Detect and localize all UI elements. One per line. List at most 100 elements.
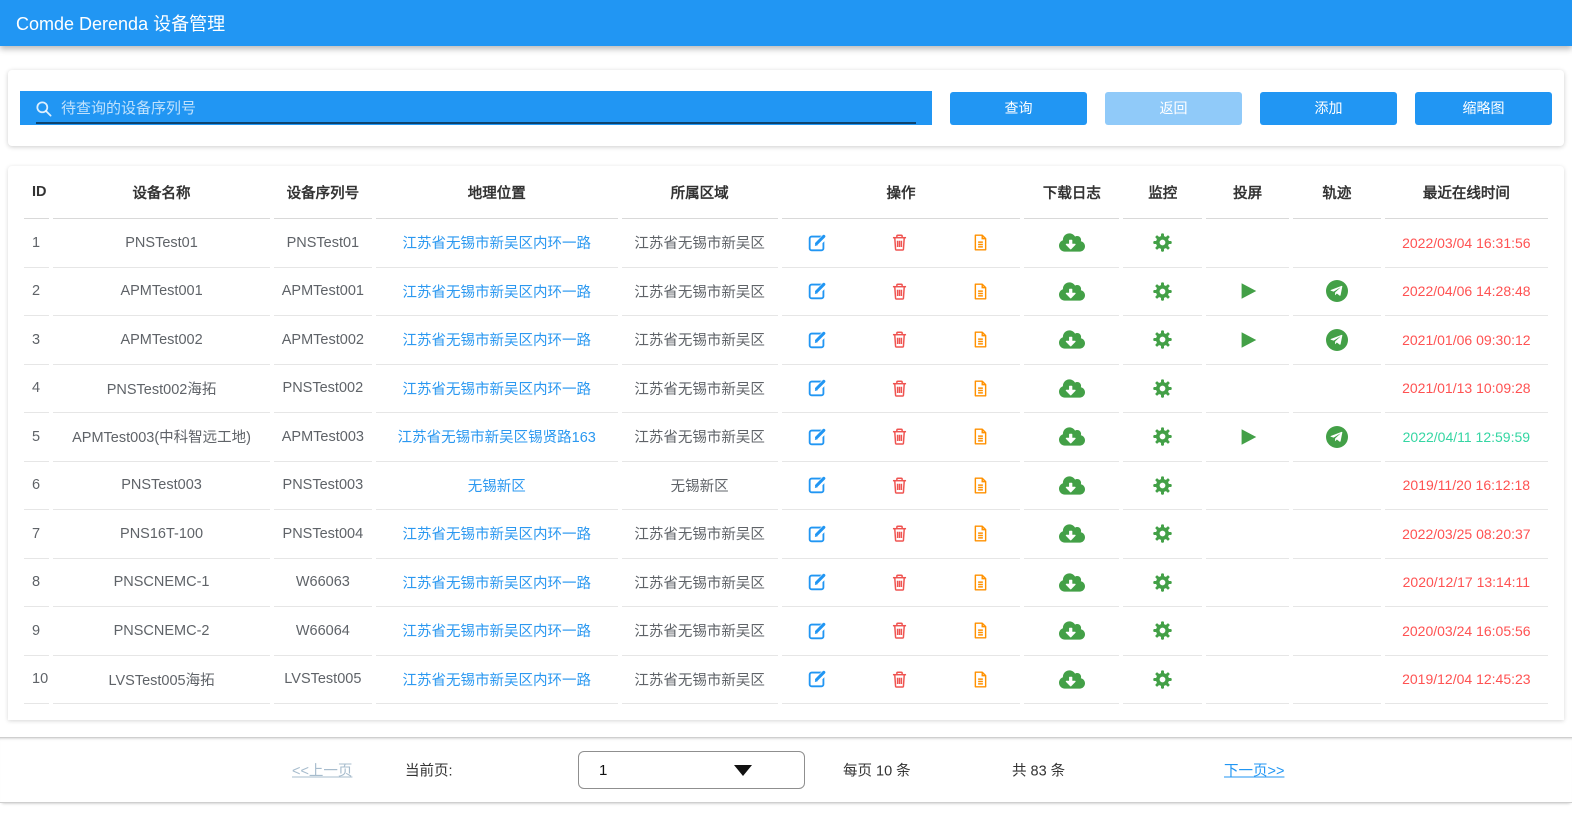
location-link[interactable]: 江苏省无锡市新吴区内环一路: [403, 576, 592, 592]
cast-button[interactable]: [1237, 280, 1259, 302]
table-row: 7 PNS16T-100 PNSTest004 江苏省无锡市新吴区内环一路 江苏…: [24, 510, 1548, 559]
location-link[interactable]: 江苏省无锡市新吴区内环一路: [403, 285, 592, 301]
location-link[interactable]: 江苏省无锡市新吴区内环一路: [403, 382, 592, 398]
edit-button[interactable]: [806, 668, 828, 690]
next-page-link[interactable]: 下一页>>: [1224, 760, 1284, 781]
location-link[interactable]: 江苏省无锡市新吴区内环一路: [403, 624, 592, 640]
monitor-button[interactable]: [1152, 232, 1173, 253]
log-button[interactable]: [971, 475, 990, 496]
log-button[interactable]: [971, 281, 990, 302]
monitor-button[interactable]: [1152, 620, 1173, 641]
add-button[interactable]: 添加: [1260, 92, 1397, 125]
monitor-button[interactable]: [1152, 523, 1173, 544]
track-button[interactable]: [1325, 425, 1349, 449]
location-link[interactable]: 江苏省无锡市新吴区内环一路: [403, 527, 592, 543]
log-button[interactable]: [971, 620, 990, 641]
col-header-region: 所属区域: [622, 166, 778, 219]
gear-icon: [1152, 620, 1173, 641]
cast-button[interactable]: [1237, 426, 1259, 448]
col-header-track: 轨迹: [1293, 166, 1381, 219]
toolbar: 查询 返回 添加 缩略图: [8, 70, 1564, 146]
delete-button[interactable]: [889, 378, 910, 399]
table-header-row: ID 设备名称 设备序列号 地理位置 所属区域 操作 下载日志 监控 投屏 轨迹…: [24, 166, 1548, 219]
monitor-button[interactable]: [1152, 669, 1173, 690]
edit-icon: [806, 571, 828, 593]
download-log-button[interactable]: [1059, 620, 1085, 641]
document-icon: [971, 669, 990, 690]
monitor-button[interactable]: [1152, 475, 1173, 496]
log-button[interactable]: [971, 572, 990, 593]
cast-button[interactable]: [1237, 329, 1259, 351]
download-log-button[interactable]: [1059, 329, 1085, 350]
delete-button[interactable]: [889, 523, 910, 544]
edit-button[interactable]: [806, 329, 828, 351]
search-underline: [36, 122, 916, 124]
delete-button[interactable]: [889, 669, 910, 690]
monitor-button[interactable]: [1152, 426, 1173, 447]
edit-button[interactable]: [806, 280, 828, 302]
log-button[interactable]: [971, 426, 990, 447]
delete-button[interactable]: [889, 232, 910, 253]
edit-icon: [806, 329, 828, 351]
download-log-button[interactable]: [1059, 475, 1085, 496]
delete-button[interactable]: [889, 329, 910, 350]
cell-serial: PNSTest01: [274, 219, 372, 268]
trash-icon: [889, 572, 910, 593]
edit-button[interactable]: [806, 571, 828, 593]
edit-button[interactable]: [806, 232, 828, 254]
log-button[interactable]: [971, 523, 990, 544]
delete-button[interactable]: [889, 572, 910, 593]
cell-region: 江苏省无锡市新吴区: [622, 316, 778, 365]
track-button[interactable]: [1325, 328, 1349, 352]
trash-icon: [889, 669, 910, 690]
monitor-button[interactable]: [1152, 281, 1173, 302]
delete-button[interactable]: [889, 475, 910, 496]
device-table-card: ID 设备名称 设备序列号 地理位置 所属区域 操作 下载日志 监控 投屏 轨迹…: [8, 166, 1564, 720]
location-link[interactable]: 江苏省无锡市新吴区内环一路: [403, 333, 592, 349]
location-link[interactable]: 江苏省无锡市新吴区内环一路: [403, 673, 592, 689]
pagination-bar: <<上一页 当前页: 1 每页 10 条 共 83 条 下一页>>: [0, 737, 1572, 803]
monitor-button[interactable]: [1152, 378, 1173, 399]
query-button[interactable]: 查询: [950, 92, 1087, 125]
search-input[interactable]: [61, 100, 920, 117]
monitor-button[interactable]: [1152, 329, 1173, 350]
location-link[interactable]: 江苏省无锡市新吴区锡贤路163: [398, 430, 596, 446]
download-log-button[interactable]: [1059, 281, 1085, 302]
last-online-time: 2020/12/17 13:14:11: [1403, 574, 1530, 590]
edit-icon: [806, 620, 828, 642]
trash-icon: [889, 620, 910, 641]
edit-button[interactable]: [806, 426, 828, 448]
track-button[interactable]: [1325, 279, 1349, 303]
col-header-id: ID: [24, 166, 49, 219]
delete-button[interactable]: [889, 620, 910, 641]
cloud-download-icon: [1059, 620, 1085, 641]
delete-button[interactable]: [889, 426, 910, 447]
download-log-button[interactable]: [1059, 572, 1085, 593]
edit-button[interactable]: [806, 620, 828, 642]
log-button[interactable]: [971, 669, 990, 690]
log-button[interactable]: [971, 329, 990, 350]
download-log-button[interactable]: [1059, 669, 1085, 690]
prev-page-link[interactable]: <<上一页: [292, 760, 352, 781]
download-log-button[interactable]: [1059, 523, 1085, 544]
location-link[interactable]: 无锡新区: [468, 479, 526, 495]
download-log-button[interactable]: [1059, 378, 1085, 399]
edit-button[interactable]: [806, 474, 828, 496]
edit-icon: [806, 474, 828, 496]
log-button[interactable]: [971, 378, 990, 399]
monitor-button[interactable]: [1152, 572, 1173, 593]
page-select[interactable]: 1: [578, 751, 805, 789]
edit-icon: [806, 668, 828, 690]
edit-icon: [806, 426, 828, 448]
download-log-button[interactable]: [1059, 232, 1085, 253]
cell-id: 4: [24, 365, 49, 414]
document-icon: [971, 281, 990, 302]
edit-button[interactable]: [806, 523, 828, 545]
log-button[interactable]: [971, 232, 990, 253]
thumbnail-button[interactable]: 缩略图: [1415, 92, 1552, 125]
delete-button[interactable]: [889, 281, 910, 302]
location-link[interactable]: 江苏省无锡市新吴区内环一路: [403, 236, 592, 252]
download-log-button[interactable]: [1059, 426, 1085, 447]
back-button[interactable]: 返回: [1105, 92, 1242, 125]
edit-button[interactable]: [806, 377, 828, 399]
